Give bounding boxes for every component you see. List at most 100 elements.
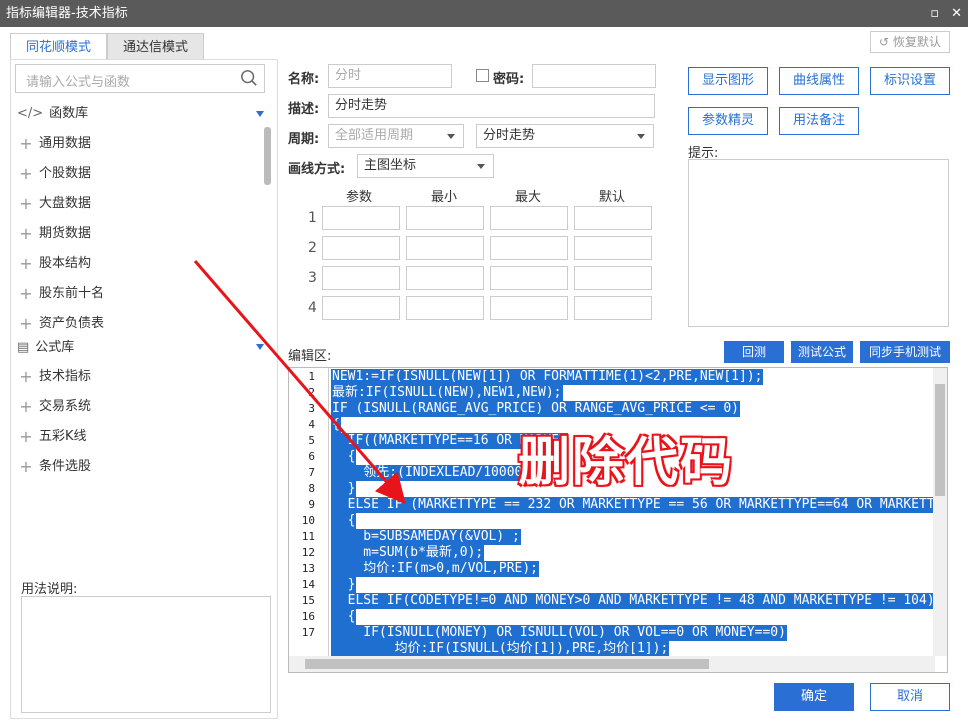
annotation-text: 删除代码 (518, 433, 735, 493)
line-number: 5 (308, 434, 315, 447)
curve-attr-button[interactable]: 曲线属性 (779, 67, 859, 95)
line-number: 10 (301, 514, 315, 527)
param-header: 最小 (431, 190, 458, 205)
line-number: 11 (301, 530, 315, 543)
param-cell[interactable] (322, 296, 400, 320)
tree-item[interactable]: + 资产负债表 (17, 312, 104, 336)
param-cell[interactable] (322, 206, 400, 230)
search-input[interactable]: 请输入公式与函数 (15, 64, 265, 93)
line-number: 13 (301, 562, 315, 575)
code-line: ELSE IF(CODETYPE!=0 AND MONEY>0 AND MARK… (331, 593, 935, 609)
param-cell[interactable] (574, 206, 652, 230)
param-cell[interactable] (490, 266, 568, 290)
tree-item[interactable]: + 股东前十名 (17, 282, 104, 306)
param-cell[interactable] (406, 236, 484, 260)
param-cell[interactable] (490, 206, 568, 230)
param-cell[interactable] (490, 296, 568, 320)
scroll-thumb[interactable] (305, 659, 709, 669)
test-formula-button[interactable]: 测试公式 (791, 341, 853, 363)
param-cell[interactable] (322, 266, 400, 290)
param-cell[interactable] (322, 236, 400, 260)
period2-select[interactable]: 分时走势 (476, 124, 654, 148)
password-checkbox[interactable] (476, 69, 489, 82)
search-placeholder: 请输入公式与函数 (26, 75, 131, 90)
line-number: 12 (301, 546, 315, 559)
window-title: 指标编辑器-技术指标 (6, 6, 128, 21)
code-line: } (331, 481, 357, 497)
tree-item[interactable]: + 期货数据 (17, 222, 91, 246)
maximize-icon[interactable]: ▫ (930, 7, 939, 20)
tree-item[interactable]: + 个股数据 (17, 162, 91, 186)
restore-default-button[interactable]: ↺ 恢复默认 (870, 31, 950, 53)
tree-item[interactable]: + 股本结构 (17, 252, 91, 276)
code-line: { (331, 609, 357, 625)
password-label: 密码: (493, 72, 525, 87)
plus-icon: + (19, 367, 33, 386)
plus-icon: + (19, 457, 33, 476)
desc-input[interactable]: 分时走势 (328, 94, 655, 118)
line-number: 14 (301, 578, 315, 591)
param-wizard-button[interactable]: 参数精灵 (688, 107, 768, 135)
indicator-editor-window: 指标编辑器-技术指标 ▫ ✕ 同花顺模式 通达信模式 ↺ 恢复默认 请输入公式与… (0, 0, 968, 726)
scroll-thumb[interactable] (935, 384, 945, 496)
ok-button[interactable]: 确定 (774, 683, 854, 711)
tab-ths-mode[interactable]: 同花顺模式 (10, 33, 108, 61)
code-line: IF(ISNULL(MONEY) OR ISNULL(VOL) OR VOL==… (331, 625, 787, 641)
code-line: NEW1:=IF(ISNULL(NEW[1]) OR FORMATTIME(1)… (331, 369, 764, 385)
plus-icon: + (19, 134, 33, 153)
show-graph-button[interactable]: 显示图形 (688, 67, 768, 95)
tree-function-library[interactable]: </> 函数库 (17, 102, 88, 126)
close-icon[interactable]: ✕ (951, 7, 962, 20)
editor-horizontal-scrollbar[interactable] (289, 656, 935, 672)
code-line: { (331, 417, 341, 433)
chevron-down-icon[interactable] (256, 344, 264, 350)
mark-setting-button[interactable]: 标识设置 (870, 67, 950, 95)
chevron-down-icon[interactable] (256, 111, 264, 117)
cancel-button[interactable]: 取消 (870, 683, 950, 711)
backtest-button[interactable]: 回测 (724, 341, 784, 363)
line-number: 1 (308, 370, 315, 383)
line-number: 16 (301, 610, 315, 623)
param-row-number: 4 (308, 300, 317, 316)
sync-mobile-test-button[interactable]: 同步手机测试 (860, 341, 950, 363)
param-cell[interactable] (574, 266, 652, 290)
tree-formula-library[interactable]: ▤ 公式库 (17, 336, 74, 360)
usage-textarea[interactable] (21, 596, 271, 713)
param-cell[interactable] (406, 266, 484, 290)
left-scrollbar[interactable] (264, 127, 271, 185)
password-input[interactable] (532, 64, 656, 88)
chevron-down-icon (447, 134, 455, 139)
hint-box (688, 159, 949, 327)
param-cell[interactable] (574, 236, 652, 260)
line-number: 17 (301, 626, 315, 639)
draw-mode-label: 画线方式: (288, 162, 346, 177)
code-icon: </> (17, 106, 44, 121)
param-cell[interactable] (406, 296, 484, 320)
param-row-number: 3 (308, 270, 317, 286)
usage-note-button[interactable]: 用法备注 (779, 107, 859, 135)
tree-item[interactable]: + 五彩K线 (17, 425, 86, 449)
line-number: 4 (308, 418, 315, 431)
tree-item[interactable]: + 交易系统 (17, 395, 91, 419)
code-line: IF (ISNULL(RANGE_AVG_PRICE) OR RANGE_AVG… (331, 401, 740, 417)
tree-item[interactable]: + 大盘数据 (17, 192, 91, 216)
param-cell[interactable] (574, 296, 652, 320)
code-area[interactable]: NEW1:=IF(ISNULL(NEW[1]) OR FORMATTIME(1)… (331, 368, 935, 656)
param-cell[interactable] (490, 236, 568, 260)
tab-tdx-mode[interactable]: 通达信模式 (107, 33, 205, 60)
param-header: 默认 (599, 190, 626, 205)
period-select[interactable]: 全部适用周期 (328, 124, 464, 148)
tree-item[interactable]: + 技术指标 (17, 365, 91, 389)
param-header: 最大 (515, 190, 542, 205)
search-icon[interactable] (240, 69, 258, 87)
name-input[interactable]: 分时 (328, 64, 452, 88)
editor-vertical-scrollbar[interactable] (933, 368, 947, 656)
tree-item[interactable]: + 条件选股 (17, 455, 91, 479)
param-header: 参数 (346, 190, 373, 205)
tree-item[interactable]: + 通用数据 (17, 132, 91, 156)
code-line: 均价:IF(m>0,m/VOL,PRE); (331, 561, 540, 577)
param-cell[interactable] (406, 206, 484, 230)
draw-mode-select[interactable]: 主图坐标 (357, 154, 494, 178)
code-editor[interactable]: 1 2 3 4 5 6 7 8 9 10 11 12 13 14 15 16 1… (288, 367, 948, 673)
code-line: { (331, 449, 357, 465)
